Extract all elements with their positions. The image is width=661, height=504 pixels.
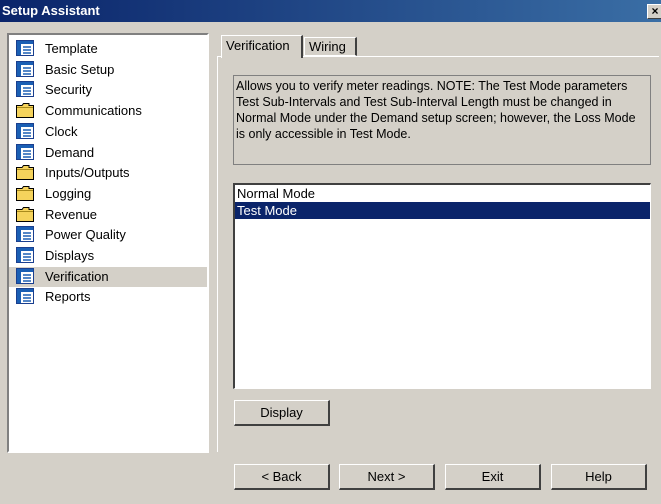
sidebar-item-security[interactable]: Security bbox=[9, 80, 207, 100]
sidebar-item-demand[interactable]: Demand bbox=[9, 143, 207, 163]
next-button[interactable]: Next > bbox=[339, 464, 435, 490]
sidebar-item-label: Demand bbox=[45, 144, 95, 160]
document-icon bbox=[16, 143, 34, 160]
help-button[interactable]: Help bbox=[551, 464, 647, 490]
document-icon bbox=[16, 81, 34, 98]
close-icon[interactable]: × bbox=[647, 4, 661, 19]
help-button-label: Help bbox=[585, 469, 612, 484]
sidebar-item-label: Communications bbox=[45, 103, 142, 119]
sidebar-item-label: Template bbox=[45, 41, 98, 56]
sidebar-item-verification[interactable]: Verification bbox=[9, 266, 207, 287]
sidebar-item-label: Basic Setup bbox=[45, 61, 115, 77]
sidebar-item-label: Logging bbox=[45, 185, 92, 201]
exit-button[interactable]: Exit bbox=[445, 464, 541, 490]
sidebar-item-logging[interactable]: Logging bbox=[9, 184, 207, 204]
sidebar-item-inputs-outputs[interactable]: Inputs/Outputs bbox=[9, 163, 207, 183]
sidebar: Template Basic Setup Security Communication… bbox=[7, 33, 209, 453]
tab-verification[interactable]: Verification bbox=[221, 35, 303, 58]
tab-wiring[interactable]: Wiring bbox=[304, 37, 357, 56]
sidebar-item-communications[interactable]: Communications bbox=[9, 101, 207, 121]
sidebar-item-reports[interactable]: Reports bbox=[9, 287, 207, 307]
sidebar-item-label: Reports bbox=[45, 289, 91, 305]
tab-verification-label: Verification bbox=[226, 38, 290, 53]
display-button[interactable]: Display bbox=[234, 400, 330, 426]
document-icon bbox=[16, 60, 34, 77]
folder-icon bbox=[16, 185, 34, 201]
sidebar-item-clock[interactable]: Clock bbox=[9, 122, 207, 142]
window-title: Setup Assistant bbox=[2, 3, 100, 18]
document-icon bbox=[16, 226, 34, 243]
sidebar-item-label: Clock bbox=[45, 123, 78, 139]
document-icon bbox=[16, 288, 34, 305]
sidebar-item-label: Displays bbox=[45, 248, 95, 263]
exit-button-label: Exit bbox=[481, 469, 504, 484]
sidebar-item-label: Security bbox=[45, 82, 92, 98]
description-box: Allows you to verify meter readings. NOT… bbox=[233, 75, 651, 165]
document-icon bbox=[16, 40, 34, 57]
back-button-label: < Back bbox=[261, 469, 302, 484]
folder-icon bbox=[16, 165, 34, 181]
title-bar: Setup Assistant × bbox=[0, 0, 661, 22]
sidebar-item-label: Revenue bbox=[45, 206, 98, 222]
sidebar-item-label: Power Quality bbox=[45, 227, 126, 243]
sidebar-item-basic-setup[interactable]: Basic Setup bbox=[9, 60, 207, 80]
back-button[interactable]: < Back bbox=[234, 464, 330, 490]
list-item-normal-mode[interactable]: Normal Mode bbox=[235, 185, 650, 202]
sidebar-item-label: Inputs/Outputs bbox=[45, 165, 130, 181]
folder-icon bbox=[16, 103, 34, 119]
document-icon bbox=[16, 247, 34, 264]
document-icon bbox=[16, 122, 34, 140]
sidebar-item-label: Verification bbox=[45, 268, 109, 284]
next-button-label: Next > bbox=[367, 469, 406, 484]
folder-icon bbox=[16, 206, 34, 222]
sidebar-item-displays[interactable]: Displays bbox=[9, 246, 207, 266]
sidebar-item-template[interactable]: Template bbox=[9, 39, 207, 59]
document-icon bbox=[16, 267, 34, 284]
mode-listbox[interactable]: Normal Mode Test Mode bbox=[233, 183, 651, 389]
tab-wiring-label: Wiring bbox=[309, 39, 346, 54]
sidebar-item-power-quality[interactable]: Power Quality bbox=[9, 225, 207, 245]
sidebar-item-revenue[interactable]: Revenue bbox=[9, 205, 207, 225]
list-item-test-mode[interactable]: Test Mode bbox=[235, 202, 650, 219]
